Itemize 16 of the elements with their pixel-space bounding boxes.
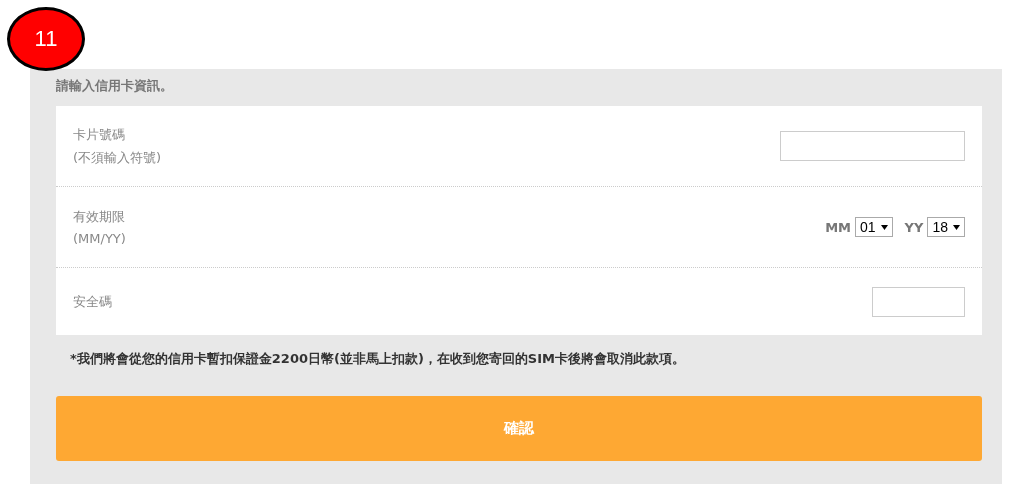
field-label: 卡片號碼 [73, 125, 126, 144]
field-hint: (不須輸入符號) [73, 148, 162, 167]
step-number-badge: 11 [7, 7, 85, 71]
field-label: 安全碼 [73, 292, 112, 311]
caret-icon [880, 224, 888, 230]
caret-icon [953, 224, 960, 230]
dropdown[interactable]: 18 [927, 217, 965, 237]
field-label: 有效期限 [73, 208, 126, 226]
dropdown[interactable]: 01 [855, 217, 893, 237]
deposit-note: *我們將會從您的信用卡暫扣保證金2200日幣(並非馬上扣款)，在收到您寄回的SIM卡後將會取消此款項。 [70, 350, 686, 368]
card-number-field[interactable] [780, 131, 965, 161]
form-heading: 請輸入信用卡資訊。 [56, 77, 174, 95]
select-label: MM [825, 219, 851, 235]
select-label: YY [904, 219, 924, 235]
field-hint: (MM/YY) [73, 231, 126, 246]
security-code-field[interactable] [872, 286, 965, 317]
